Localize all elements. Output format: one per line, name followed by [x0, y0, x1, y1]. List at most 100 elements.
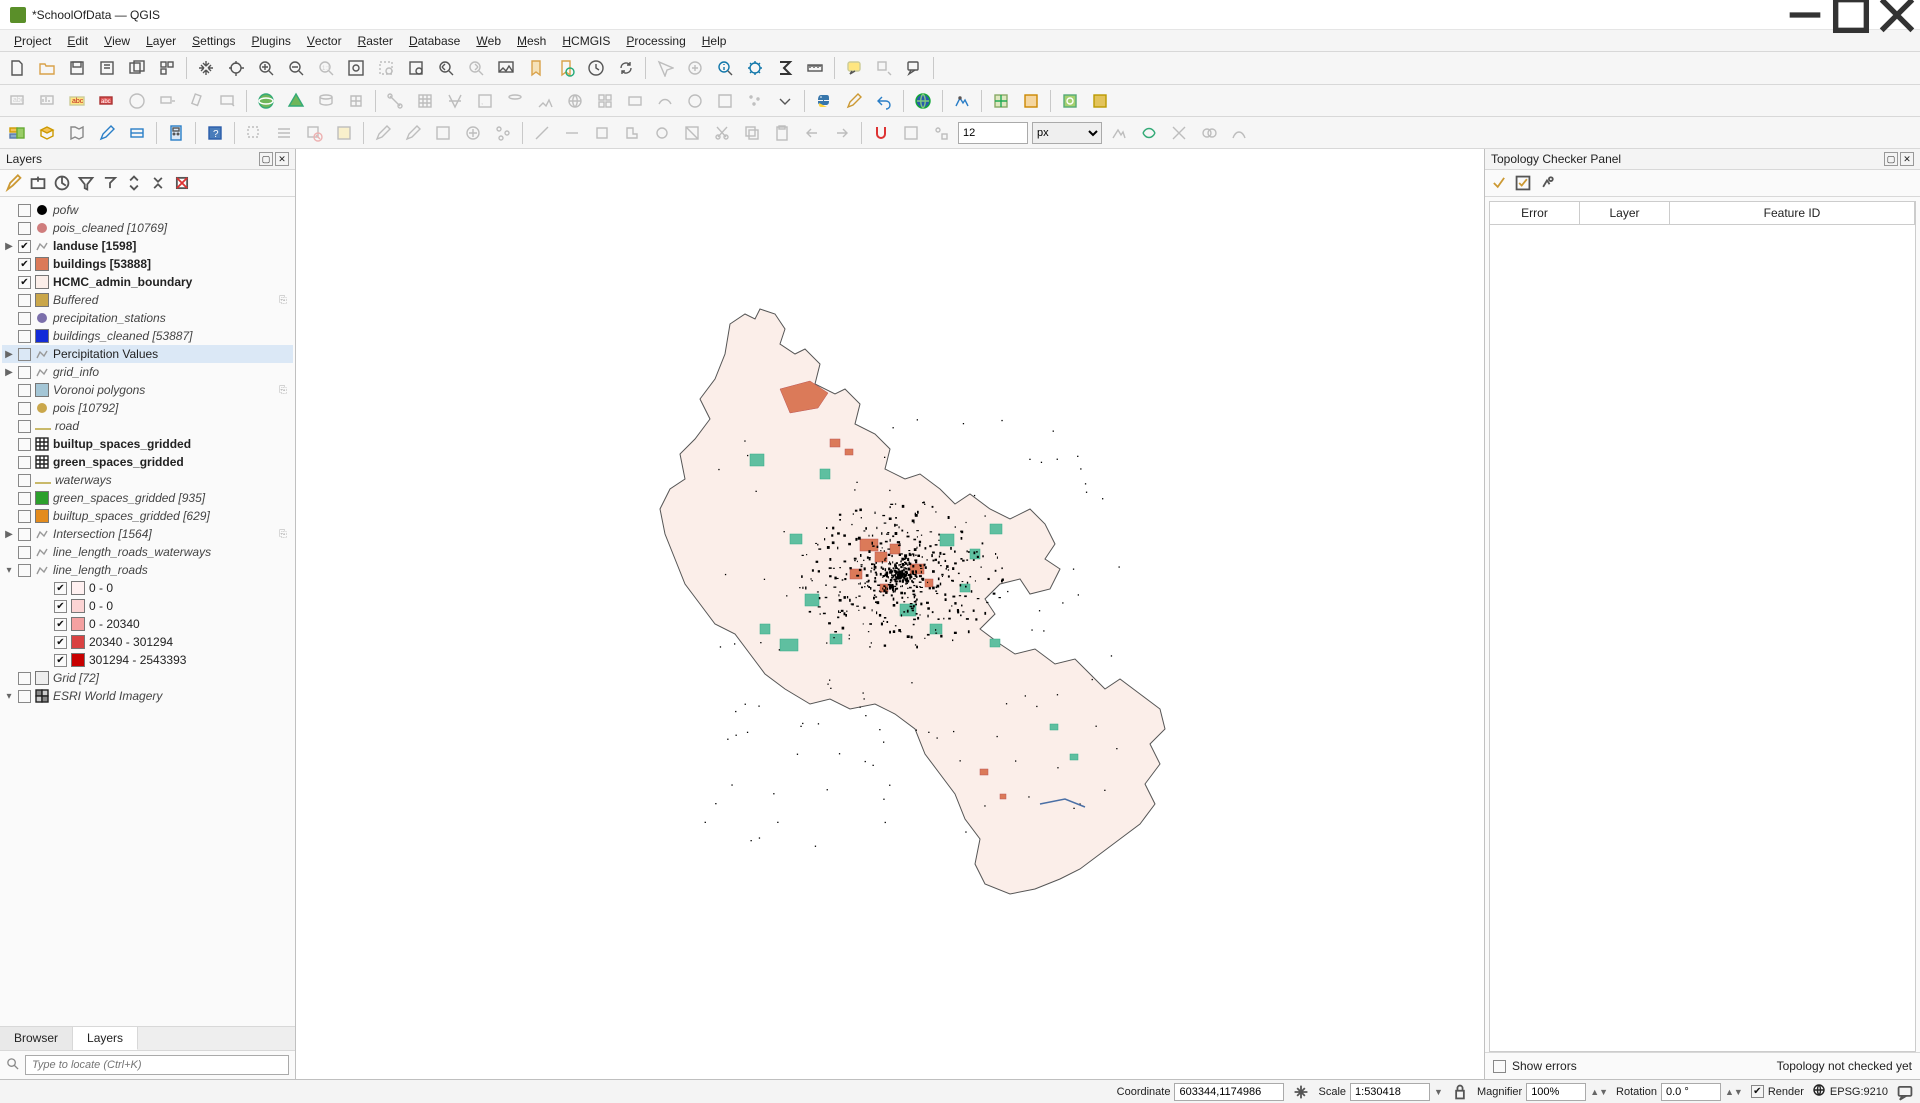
new-geopackage-layer-button[interactable] [34, 120, 60, 146]
new-project-button[interactable] [4, 55, 30, 81]
layer-visibility-checkbox[interactable] [54, 618, 67, 631]
show-errors-checkbox[interactable] [1493, 1060, 1506, 1073]
layer-row[interactable]: ▶0 - 0 [38, 579, 293, 597]
new-print-layout-button[interactable] [94, 55, 120, 81]
layer-row[interactable]: ▶green_spaces_gridded [935] [2, 489, 293, 507]
digitize-tool4[interactable] [619, 120, 645, 146]
cut-features-button[interactable] [709, 120, 735, 146]
redo-button[interactable] [829, 120, 855, 146]
statistics-button[interactable] [772, 55, 798, 81]
menu-database[interactable]: Database [401, 30, 468, 51]
add-feature-button[interactable] [460, 120, 486, 146]
map-tips-button[interactable] [841, 55, 867, 81]
new-shapefile-layer-button[interactable] [64, 120, 90, 146]
layer-visibility-checkbox[interactable] [54, 654, 67, 667]
action-button[interactable] [682, 55, 708, 81]
style-manager-button[interactable] [154, 55, 180, 81]
show-annotations-button[interactable] [901, 55, 927, 81]
menu-web[interactable]: Web [468, 30, 509, 51]
layer-row[interactable]: ▶waterways [2, 471, 293, 489]
zoom-next-button[interactable] [463, 55, 489, 81]
zoom-to-layer-button[interactable] [403, 55, 429, 81]
menu-help[interactable]: Help [694, 30, 735, 51]
label-pin-button[interactable]: abc [94, 88, 120, 114]
rotation-input[interactable] [1661, 1083, 1721, 1101]
layer-visibility-checkbox[interactable] [18, 348, 31, 361]
pan-to-selection-tool[interactable] [223, 55, 249, 81]
layer-row[interactable]: ▾ESRI World Imagery [2, 687, 293, 705]
layer-diagrams-button[interactable] [34, 88, 60, 114]
layer-visibility-checkbox[interactable] [18, 330, 31, 343]
dock-close-button[interactable]: ✕ [275, 152, 289, 166]
new-shapefile-button[interactable] [283, 88, 309, 114]
show-pinned-labels-button[interactable] [124, 88, 150, 114]
layer-row[interactable]: ▶road [2, 417, 293, 435]
layer-visibility-checkbox[interactable] [54, 636, 67, 649]
render-checkbox[interactable] [1751, 1085, 1764, 1098]
layer-visibility-checkbox[interactable] [18, 222, 31, 235]
digitize-tool2[interactable] [559, 120, 585, 146]
zoom-native-button[interactable]: 1:1 [313, 55, 339, 81]
copy-features-button[interactable] [739, 120, 765, 146]
menu-settings[interactable]: Settings [184, 30, 243, 51]
selection-dropdown[interactable] [871, 55, 897, 81]
layer-visibility-checkbox[interactable] [18, 420, 31, 433]
change-label-button[interactable] [214, 88, 240, 114]
zoom-to-selection-button[interactable] [373, 55, 399, 81]
temporal-controller-button[interactable] [583, 55, 609, 81]
new-geopackage-button[interactable] [253, 88, 279, 114]
validate-all-button[interactable] [1489, 173, 1509, 193]
zoom-full-button[interactable] [343, 55, 369, 81]
layer-visibility-checkbox[interactable] [18, 312, 31, 325]
layer-row[interactable]: ▶Buffered⎘ [2, 291, 293, 309]
toolbar-overflow-button[interactable] [772, 88, 798, 114]
layer-row[interactable]: ▶0 - 0 [38, 597, 293, 615]
collapse-all-button[interactable] [148, 173, 168, 193]
remove-layer-button[interactable] [172, 173, 192, 193]
layer-visibility-checkbox[interactable] [18, 528, 31, 541]
datazone-button[interactable] [949, 88, 975, 114]
undo-button[interactable] [799, 120, 825, 146]
data-source-manager-button[interactable] [4, 120, 30, 146]
crs-selector[interactable]: EPSG:9210 [1830, 1086, 1888, 1098]
layer-row[interactable]: ▶HCMC_admin_boundary [2, 273, 293, 291]
add-group-button[interactable] [28, 173, 48, 193]
tree-toggle[interactable]: ▶ [4, 529, 14, 540]
layer-visibility-checkbox[interactable] [18, 510, 31, 523]
new-temp-scratch-button[interactable] [94, 120, 120, 146]
layer-row[interactable]: ▶green_spaces_gridded [2, 453, 293, 471]
layer-row[interactable]: ▶pois [10792] [2, 399, 293, 417]
tab-browser[interactable]: Browser [0, 1027, 73, 1050]
layer-visibility-checkbox[interactable] [18, 546, 31, 559]
osm-download-button[interactable] [1057, 88, 1083, 114]
locator-input[interactable] [25, 1055, 289, 1075]
layer-visibility-checkbox[interactable] [18, 492, 31, 505]
osm-place-search-button[interactable] [1087, 88, 1113, 114]
menu-raster[interactable]: Raster [350, 30, 401, 51]
layer-row[interactable]: ▶Percipitation Values [2, 345, 293, 363]
validate-extent-button[interactable] [1513, 173, 1533, 193]
add-pointcloud-layer-button[interactable] [742, 88, 768, 114]
digitize-tool1[interactable] [529, 120, 555, 146]
new-virtual-layer-button[interactable] [343, 88, 369, 114]
georef-button[interactable] [988, 88, 1014, 114]
add-vector-layer-button[interactable] [382, 88, 408, 114]
layer-visibility-checkbox[interactable] [54, 582, 67, 595]
menu-hcmgis[interactable]: HCMGIS [554, 30, 618, 51]
snapping-unit-select[interactable]: px [1032, 122, 1102, 144]
layout-manager-button[interactable] [124, 55, 150, 81]
map-canvas[interactable] [296, 149, 1484, 1079]
layer-row[interactable]: ▶grid_info [2, 363, 293, 381]
add-virtual-layer-button[interactable] [532, 88, 558, 114]
layer-visibility-checkbox[interactable] [18, 402, 31, 415]
layer-visibility-checkbox[interactable] [54, 600, 67, 613]
layer-row[interactable]: ▶20340 - 301294 [38, 633, 293, 651]
enable-snapping-button[interactable] [868, 120, 894, 146]
new-virtual-layer-button2[interactable] [124, 120, 150, 146]
field-calculator-button[interactable] [163, 120, 189, 146]
layer-visibility-checkbox[interactable] [18, 438, 31, 451]
tree-toggle[interactable]: ▾ [4, 565, 14, 576]
pan-tool[interactable] [193, 55, 219, 81]
coordinate-input[interactable] [1174, 1083, 1284, 1101]
topo-editing-button[interactable] [1106, 120, 1132, 146]
